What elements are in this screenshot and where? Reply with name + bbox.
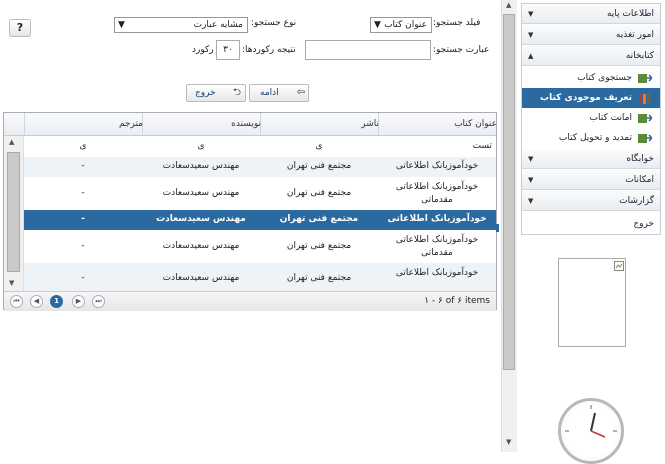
main-scroll-thumb[interactable] [503,14,515,370]
chevron-down-icon: ▼ [528,197,534,205]
cell-translator: - [81,161,85,171]
cell-translator: - [81,273,85,283]
sidebar-item-define-stock[interactable]: تعریف موجودی کتاب [522,88,660,108]
table-row[interactable]: خودآموزبانک اطلاعاتی مجتمع فنی تهران مهن… [24,157,496,178]
cell-author: ی [197,141,205,151]
table-row[interactable]: خودآموزبانک اطلاعاتی مقدماتی مجتمع فنی ت… [24,230,496,264]
grid-header: عنوان کتاب ناشر نویسنده مترجم [4,113,497,136]
cell-publisher: مجتمع فنی تهران [286,241,352,251]
scroll-down-icon[interactable]: ▼ [9,279,14,287]
search-phrase-input[interactable] [305,40,431,60]
books-icon [638,92,652,104]
records-label: نتیجه رکوردها: [242,45,296,55]
column-header-title[interactable]: عنوان کتاب [378,113,503,135]
chevron-down-icon: ▼ [528,176,534,184]
first-page-icon[interactable]: ⏮ [10,295,23,308]
search-type-value: مشابه عبارت [193,20,243,30]
cell-author: مهندس سعیدسعادت [162,161,240,171]
sidebar-section-reports[interactable]: گزارشات ▼ [522,191,660,211]
results-grid: عنوان کتاب ناشر نویسنده مترجم ▲ ▼ تست ی … [3,112,497,311]
sidebar-item-loan-book[interactable]: امانت کتاب [522,108,660,128]
chevron-down-icon: ▼ [528,155,534,163]
cell-publisher: مجتمع فنی تهران [286,188,352,198]
chevron-down-icon: ▼ [374,20,381,30]
cell-translator: - [81,214,85,224]
clock-face-icon [565,405,617,438]
cell-title: تست [472,141,492,151]
cell-title: خودآموزبانک اطلاعاتی مقدماتی [395,182,479,205]
cell-publisher: مجتمع فنی تهران [286,161,352,171]
column-header-publisher[interactable]: ناشر [260,113,385,135]
cell-publisher: مجتمع فنی تهران [286,273,352,283]
cell-title: خودآموزبانک اطلاعاتی [387,214,487,224]
chevron-down-icon: ▼ [118,20,125,30]
prev-page-icon[interactable]: ◀ [30,295,43,308]
table-row-selected[interactable]: خودآموزبانک اطلاعاتی مجتمع فنی تهران مهن… [24,210,496,231]
cell-title: خودآموزبانک اطلاعاتی [395,268,479,278]
sidebar-section-library[interactable]: کتابخانه ▲ [522,46,660,66]
grid-scroll-thumb[interactable] [7,152,20,272]
cell-title: خودآموزبانک اطلاعاتی [395,161,479,171]
sidebar-section-basic[interactable]: اطلاعات پایه ▼ [522,4,660,24]
sidebar-item-search-book[interactable]: جستجوی کتاب [522,68,660,88]
cell-author: مهندس سعیدسعادت [156,214,246,224]
broken-image [558,258,626,347]
continue-button[interactable]: ⇦ ادامه [249,84,309,102]
scroll-down-icon[interactable]: ▼ [506,438,511,446]
exit-button[interactable]: ⮌ خروج [186,84,246,102]
search-field-select[interactable]: عنوان کتاب ▼ [370,17,432,33]
scroll-up-icon[interactable]: ▲ [9,138,14,146]
cell-author: مهندس سعیدسعادت [162,241,240,251]
table-row[interactable]: تست ی ی ی [24,136,496,158]
scroll-up-icon[interactable]: ▲ [506,1,511,9]
sidebar-section-dormitory[interactable]: خوابگاه ▼ [522,149,660,169]
grid-scrollbar[interactable]: ▲ ▼ [4,136,24,291]
cell-translator: ی [79,141,87,151]
column-header-author[interactable]: نویسنده [142,113,267,135]
sidebar: اطلاعات پایه ▼ امور تغذیه ▼ کتابخانه ▲ ج… [521,3,661,235]
help-button[interactable]: ? [9,19,31,37]
cell-author: مهندس سعیدسعادت [162,273,240,283]
search-field-value: عنوان کتاب [384,20,427,30]
chevron-down-icon: ▼ [528,31,534,39]
logout-icon: ⮌ [232,87,241,98]
pager-info: ۱ - ۶ of ۶ items [424,296,490,306]
cell-title: خودآموزبانک اطلاعاتی مقدماتی [395,235,479,258]
sidebar-section-nutrition[interactable]: امور تغذیه ▼ [522,25,660,45]
sidebar-item-renew-return[interactable]: تمدید و تحویل کتاب [522,128,660,148]
cell-publisher: ی [315,141,323,151]
splitter-handle[interactable] [496,224,499,232]
search-type-select[interactable]: مشابه عبارت ▼ [114,17,248,33]
last-page-icon[interactable]: ⏭ [92,295,105,308]
cell-publisher: مجتمع فنی تهران [279,214,359,224]
cell-translator: - [81,241,85,251]
search-phrase-label: عبارت جستجو: [433,45,490,55]
search-field-label: فیلد جستجو: [433,18,481,28]
clock-widget [558,398,624,464]
cell-translator: - [81,188,85,198]
sidebar-section-facilities[interactable]: امکانات ▼ [522,170,660,190]
grid-pager: ⏮ ◀ 1 ▶ ⏭ ۱ - ۶ of ۶ items [4,291,496,311]
chevron-up-icon: ▲ [528,52,534,60]
arrow-left-icon: ⇦ [296,87,305,98]
book-loan-icon [638,112,654,124]
broken-image-icon [614,261,624,271]
records-input[interactable]: ۳۰ [216,40,240,60]
search-type-label: نوع جستجو: [251,18,297,28]
table-row[interactable]: خودآموزبانک اطلاعاتی مجتمع فنی تهران مهن… [24,263,496,291]
next-page-icon[interactable]: ▶ [72,295,85,308]
book-return-icon [638,132,654,144]
sidebar-exit[interactable]: خروج [522,214,660,234]
cell-author: مهندس سعیدسعادت [162,188,240,198]
book-search-icon [638,72,654,84]
column-header-translator[interactable]: مترجم [24,113,149,135]
chevron-down-icon: ▼ [528,10,534,18]
table-row[interactable]: خودآموزبانک اطلاعاتی مقدماتی مجتمع فنی ت… [24,177,496,211]
records-unit: رکورد [192,45,214,55]
grid-body: ▲ ▼ تست ی ی ی خودآموزبانک اطلاعاتی مجتمع… [4,136,496,291]
page-number[interactable]: 1 [50,295,63,308]
